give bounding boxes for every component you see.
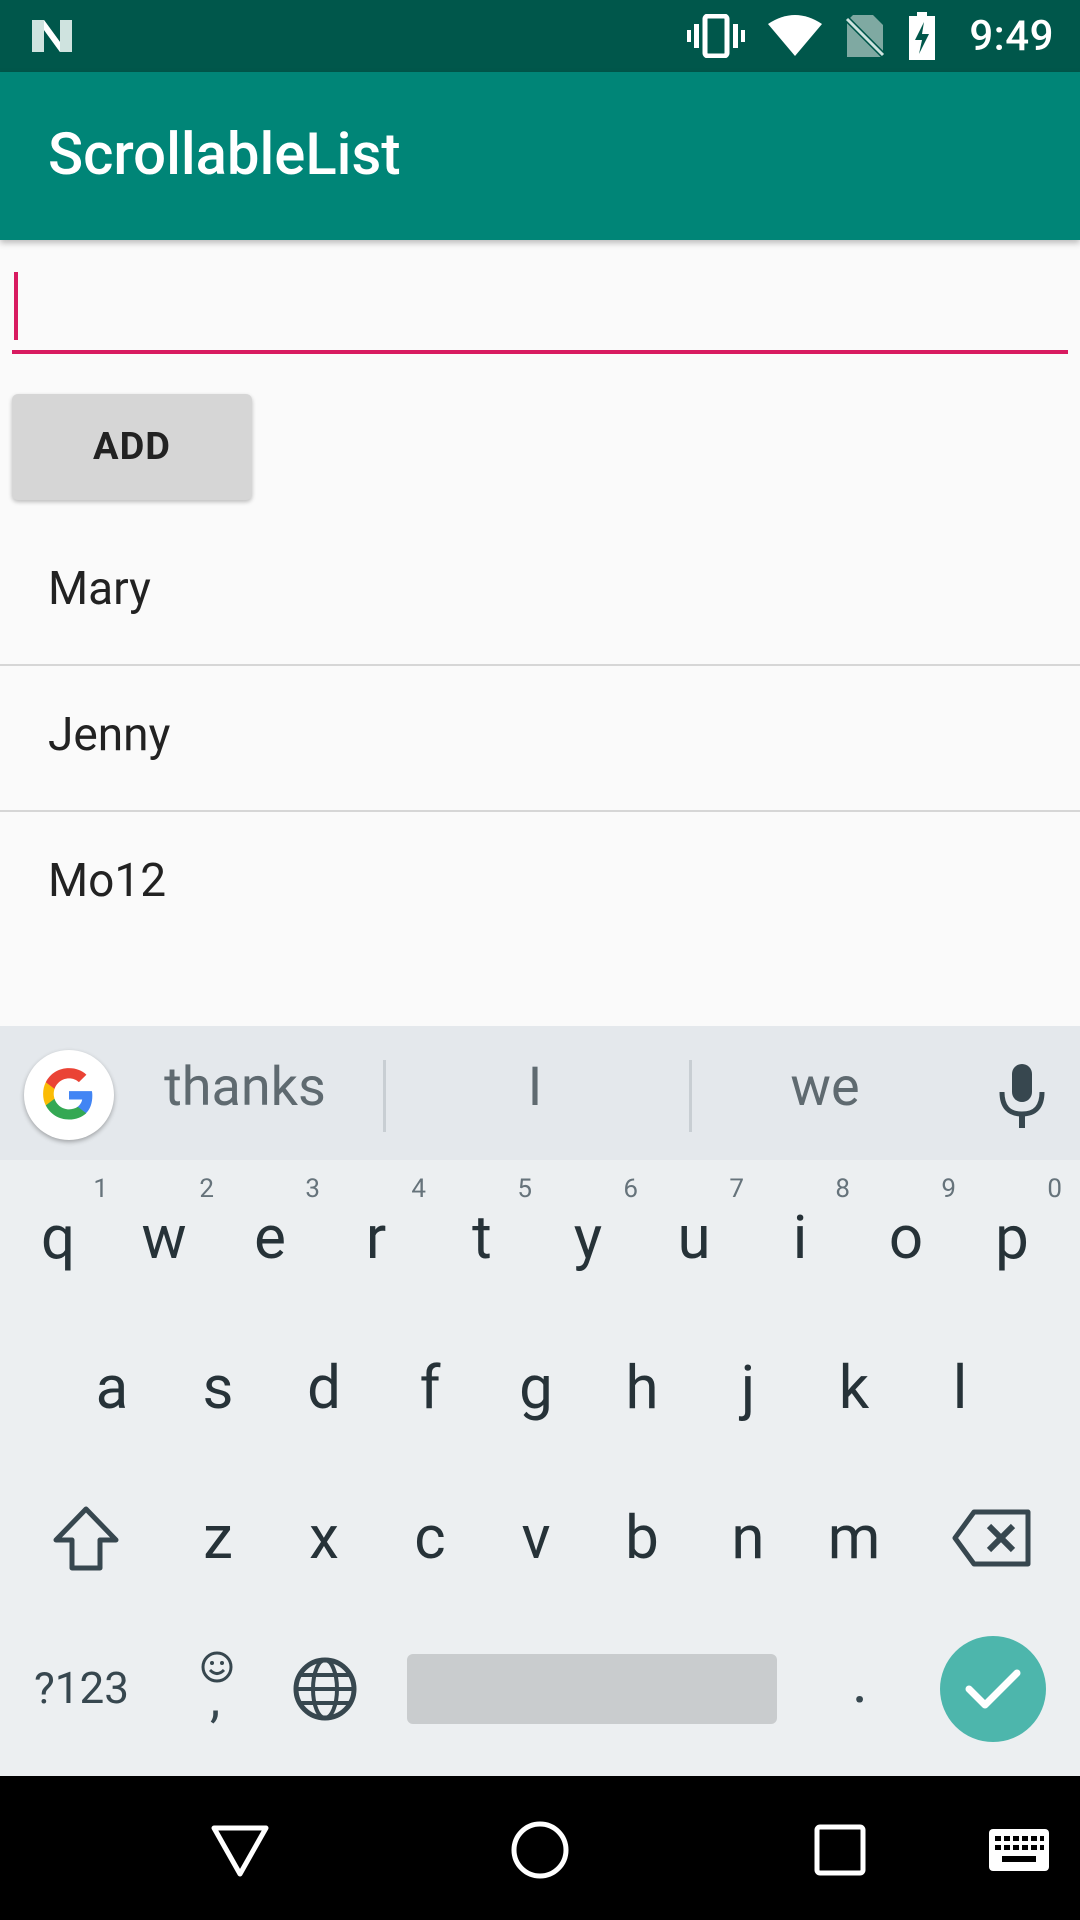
- key-x[interactable]: x: [274, 1478, 374, 1598]
- key-s[interactable]: s: [168, 1328, 268, 1448]
- key-label: r: [365, 1202, 387, 1273]
- enter-key[interactable]: [940, 1636, 1046, 1742]
- status-bar: 9:49: [0, 0, 1080, 72]
- suggestion-1[interactable]: thanks: [140, 1056, 350, 1119]
- battery-charging-icon: [909, 12, 936, 60]
- key-d[interactable]: d: [274, 1328, 374, 1448]
- key-label: t: [472, 1202, 492, 1273]
- key-label: e: [254, 1202, 286, 1273]
- mic-icon[interactable]: [992, 1062, 1052, 1132]
- key-y[interactable]: y6: [538, 1174, 638, 1298]
- google-icon[interactable]: [24, 1050, 114, 1140]
- key-r[interactable]: r4: [326, 1174, 426, 1298]
- status-icons: 9:49: [687, 0, 1054, 72]
- wifi-icon: [768, 15, 823, 56]
- key-l[interactable]: l: [910, 1328, 1010, 1448]
- key-i[interactable]: i8: [750, 1174, 850, 1298]
- key-t[interactable]: t5: [432, 1174, 532, 1298]
- key-hint: 4: [411, 1174, 426, 1204]
- key-hint: 7: [729, 1174, 744, 1204]
- key-label: i: [792, 1202, 808, 1273]
- key-e[interactable]: e3: [220, 1174, 320, 1298]
- key-label: w: [141, 1202, 187, 1273]
- list-item-label: Jenny: [48, 708, 171, 762]
- key-hint: 2: [199, 1174, 214, 1204]
- key-n[interactable]: n: [698, 1478, 798, 1598]
- space-key[interactable]: [407, 1654, 777, 1724]
- key-label: u: [677, 1202, 711, 1273]
- names-list[interactable]: Mary Jenny Mo12: [0, 520, 1080, 958]
- navigation-bar: [0, 1776, 1080, 1920]
- key-label: o: [888, 1202, 924, 1273]
- globe-icon[interactable]: [292, 1656, 358, 1722]
- text-cursor: [14, 272, 18, 340]
- key-q[interactable]: q1: [8, 1174, 108, 1298]
- period-key[interactable]: .: [852, 1646, 868, 1717]
- clock: 9:49: [969, 11, 1054, 61]
- list-item-label: Mo12: [48, 854, 167, 908]
- key-p[interactable]: p0: [962, 1174, 1062, 1298]
- emoji-comma-key[interactable]: ,: [200, 1650, 236, 1730]
- key-c[interactable]: c: [380, 1478, 480, 1598]
- key-hint: 0: [1047, 1174, 1062, 1204]
- back-icon[interactable]: [210, 1824, 270, 1878]
- suggestion-2[interactable]: I: [440, 1056, 630, 1119]
- suggestion-3[interactable]: we: [730, 1056, 920, 1119]
- key-j[interactable]: j: [698, 1328, 798, 1448]
- list-item[interactable]: Mo12: [0, 812, 1080, 958]
- key-label: q: [40, 1202, 76, 1273]
- app-bar: ScrollableList: [0, 72, 1080, 240]
- list-item[interactable]: Mary: [0, 520, 1080, 666]
- input-underline: [12, 350, 1068, 354]
- name-input[interactable]: [22, 270, 1062, 346]
- key-hint: 1: [93, 1174, 108, 1204]
- keyboard-switch-icon[interactable]: [988, 1828, 1050, 1872]
- key-hint: 8: [835, 1174, 850, 1204]
- text-input-container[interactable]: [12, 270, 1068, 354]
- checkmark-icon: [965, 1669, 1021, 1709]
- suggestion-bar: thanks I we: [0, 1026, 1080, 1160]
- key-z[interactable]: z: [168, 1478, 268, 1598]
- key-hint: 3: [305, 1174, 320, 1204]
- comma-label: ,: [210, 1668, 221, 1729]
- add-button[interactable]: ADD: [12, 394, 252, 500]
- key-g[interactable]: g: [486, 1328, 586, 1448]
- shift-icon[interactable]: [50, 1504, 122, 1574]
- key-k[interactable]: k: [804, 1328, 904, 1448]
- no-sim-icon: [845, 14, 886, 59]
- key-hint: 5: [517, 1174, 532, 1204]
- key-hint: 9: [941, 1174, 956, 1204]
- key-v[interactable]: v: [486, 1478, 586, 1598]
- list-item[interactable]: Jenny: [0, 666, 1080, 812]
- key-u[interactable]: u7: [644, 1174, 744, 1298]
- key-a[interactable]: a: [62, 1328, 162, 1448]
- list-item-label: Mary: [48, 562, 151, 616]
- symbols-key[interactable]: ?123: [34, 1662, 129, 1714]
- home-icon[interactable]: [510, 1820, 570, 1880]
- soft-keyboard: thanks I we q1 w2 e3 r4 t5 y6 u7 i8 o9 p…: [0, 1026, 1080, 1776]
- key-h[interactable]: h: [592, 1328, 692, 1448]
- key-label: y: [573, 1202, 603, 1273]
- key-label: p: [995, 1202, 1029, 1273]
- suggestion-divider: [689, 1060, 692, 1132]
- app-title: ScrollableList: [48, 121, 401, 189]
- backspace-icon[interactable]: [952, 1508, 1032, 1568]
- key-m[interactable]: m: [804, 1478, 904, 1598]
- recents-icon[interactable]: [814, 1824, 866, 1876]
- key-w[interactable]: w2: [114, 1174, 214, 1298]
- key-b[interactable]: b: [592, 1478, 692, 1598]
- key-o[interactable]: o9: [856, 1174, 956, 1298]
- suggestion-divider: [383, 1060, 386, 1132]
- key-hint: 6: [623, 1174, 638, 1204]
- n-logo-icon: [32, 20, 72, 52]
- key-f[interactable]: f: [380, 1328, 480, 1448]
- vibrate-icon: [687, 14, 746, 58]
- google-g-icon: [43, 1068, 93, 1120]
